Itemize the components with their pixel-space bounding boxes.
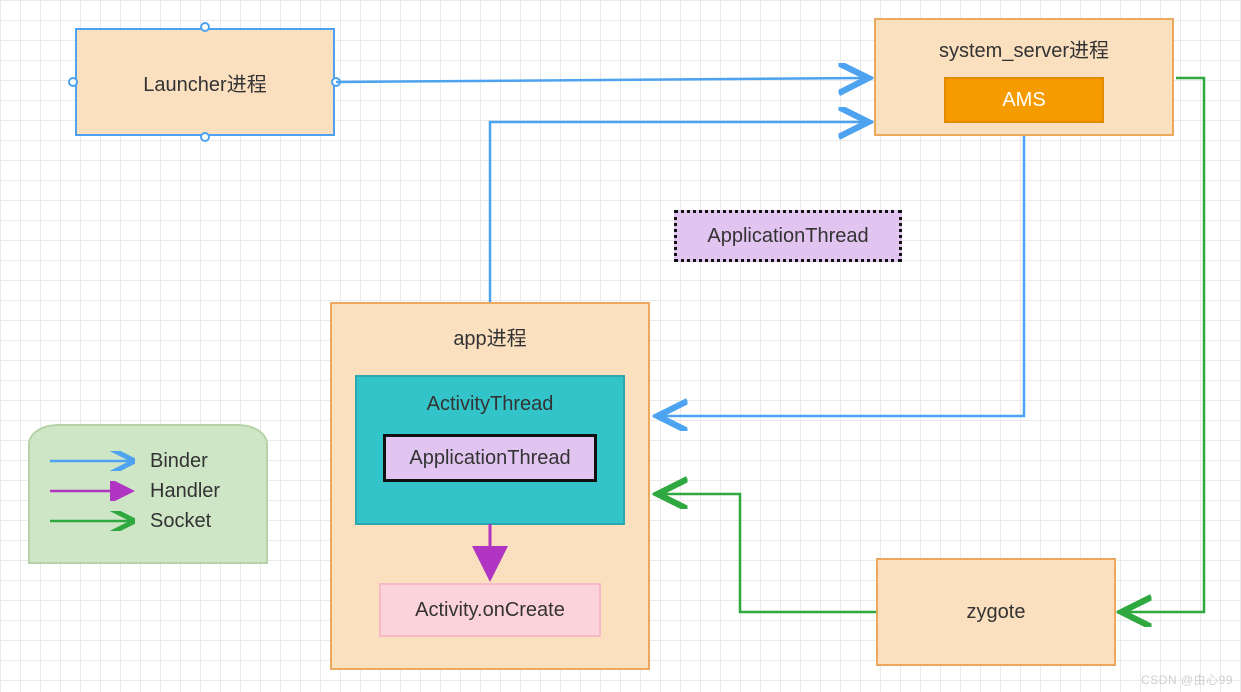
- edge-zygote-to-app: [660, 494, 876, 612]
- edge-systemserver-to-app: [660, 136, 1024, 416]
- selection-handle[interactable]: [68, 77, 78, 87]
- edge-systemserver-to-zygote: [1124, 78, 1204, 612]
- node-application-thread-floating[interactable]: ApplicationThread: [674, 210, 902, 262]
- selection-handle[interactable]: [200, 22, 210, 32]
- legend-box: Binder Handler Socket: [28, 424, 268, 564]
- legend-label-socket: Socket: [150, 510, 211, 533]
- node-launcher[interactable]: Launcher进程: [75, 28, 335, 136]
- legend-row-handler: Handler: [48, 476, 248, 506]
- node-app-process[interactable]: app进程 ActivityThread ApplicationThread A…: [330, 302, 650, 670]
- selection-handle[interactable]: [331, 77, 341, 87]
- node-zygote[interactable]: zygote: [876, 558, 1116, 666]
- legend-arrow-socket: [48, 511, 138, 531]
- node-ams[interactable]: AMS: [944, 77, 1104, 123]
- legend-label-handler: Handler: [150, 480, 220, 503]
- node-application-thread-inner-label: ApplicationThread: [409, 447, 570, 470]
- legend-arrow-binder: [48, 451, 138, 471]
- legend-label-binder: Binder: [150, 450, 208, 473]
- diagram-canvas: Launcher进程 system_server进程 AMS Applicati…: [0, 0, 1241, 692]
- node-ams-label: AMS: [1002, 89, 1045, 112]
- selection-handle[interactable]: [200, 132, 210, 142]
- edge-launcher-to-systemserver: [336, 78, 866, 82]
- node-app-process-label: app进程: [453, 322, 526, 351]
- watermark: CSDN @由心99: [1141, 671, 1233, 688]
- node-activity-oncreate-label: Activity.onCreate: [415, 599, 565, 622]
- node-system-server-label: system_server进程: [939, 34, 1109, 63]
- node-activity-thread[interactable]: ActivityThread ApplicationThread: [355, 375, 625, 525]
- legend-arrow-handler: [48, 481, 138, 501]
- legend-row-binder: Binder: [48, 446, 248, 476]
- node-activity-oncreate[interactable]: Activity.onCreate: [379, 583, 601, 637]
- node-application-thread-floating-label: ApplicationThread: [707, 225, 868, 248]
- node-launcher-label: Launcher进程: [143, 68, 266, 97]
- legend-row-socket: Socket: [48, 506, 248, 536]
- node-zygote-label: zygote: [967, 601, 1026, 624]
- node-application-thread-inner[interactable]: ApplicationThread: [383, 434, 597, 482]
- node-activity-thread-label: ActivityThread: [427, 393, 554, 416]
- node-system-server[interactable]: system_server进程 AMS: [874, 18, 1174, 136]
